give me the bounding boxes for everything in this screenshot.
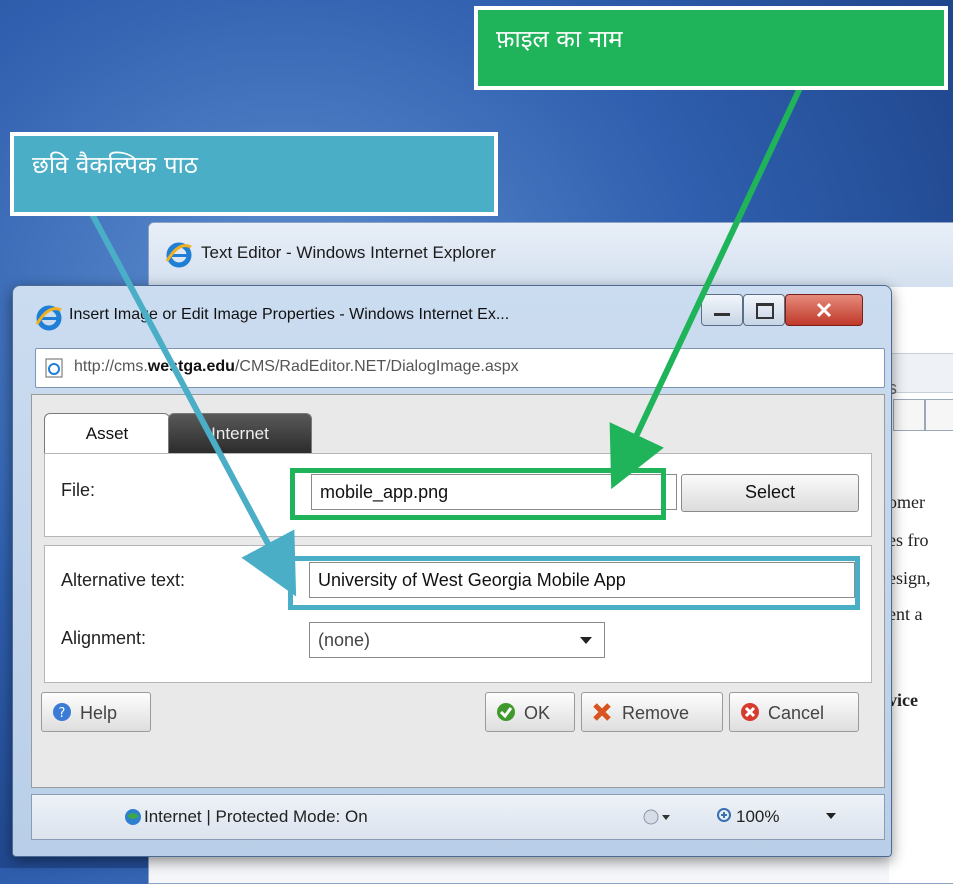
- file-label: File:: [61, 480, 96, 500]
- security-zone-text: Internet | Protected Mode: On: [144, 807, 368, 826]
- maximize-button[interactable]: [743, 294, 785, 326]
- alt-text-label: Alternative text:: [61, 570, 186, 590]
- background-titlebar: Text Editor - Windows Internet Explorer: [149, 223, 953, 288]
- file-input-highlight: [290, 468, 666, 520]
- ok-button[interactable]: OK: [485, 692, 575, 732]
- bg-text-fragment: es fro: [888, 530, 929, 550]
- file-name-callout: फ़ाइल का नाम: [474, 6, 948, 90]
- ok-label: OK: [524, 703, 551, 723]
- help-button[interactable]: ? Help: [41, 692, 151, 732]
- bg-text-fragment: esign,: [888, 568, 931, 588]
- minimize-icon: [714, 313, 730, 316]
- address-url: http://cms.westga.edu/CMS/RadEditor.NET/…: [74, 358, 519, 375]
- background-window-title: Text Editor - Windows Internet Explorer: [201, 243, 496, 262]
- minimize-button[interactable]: [701, 294, 743, 326]
- maximize-icon: [756, 303, 774, 319]
- chevron-down-icon: [580, 637, 592, 644]
- protected-mode-icon[interactable]: [642, 807, 672, 827]
- select-button[interactable]: Select: [681, 474, 859, 512]
- ie-logo-icon: [165, 242, 192, 268]
- zoom-icon: [717, 808, 731, 822]
- tab-asset[interactable]: Asset: [44, 413, 170, 454]
- editor-toolbar-button[interactable]: [893, 399, 925, 431]
- tab-internet[interactable]: Internet: [168, 413, 312, 454]
- remove-x-icon: [593, 703, 611, 721]
- alignment-value: (none): [318, 630, 371, 650]
- svg-text:?: ?: [59, 706, 66, 721]
- cancel-icon: [741, 703, 759, 721]
- page-icon: [45, 358, 63, 378]
- bg-text-fragment: ent a: [888, 604, 923, 624]
- close-icon: [816, 302, 832, 318]
- bg-text-fragment: vice: [888, 690, 918, 710]
- ie-logo-icon: [35, 305, 62, 331]
- chevron-down-icon[interactable]: [826, 813, 836, 819]
- help-label: Help: [80, 703, 118, 723]
- dialog-title: Insert Image or Edit Image Properties - …: [69, 306, 510, 323]
- alt-text-callout: छवि वैकल्पिक पाठ: [10, 132, 498, 216]
- cancel-button[interactable]: Cancel: [729, 692, 859, 732]
- bg-text-fragment: omer: [888, 492, 925, 512]
- close-button[interactable]: [785, 294, 863, 326]
- editor-search-strip: [889, 353, 953, 393]
- alignment-label: Alignment:: [61, 628, 147, 648]
- zoom-level[interactable]: 100%: [736, 807, 779, 827]
- checkmark-icon: [497, 703, 515, 721]
- status-bar: Internet | Protected Mode: On 100%: [31, 794, 885, 840]
- alt-text-highlight: [288, 556, 860, 610]
- address-bar[interactable]: http://cms.westga.edu/CMS/RadEditor.NET/…: [35, 348, 885, 388]
- help-icon: ?: [53, 703, 71, 721]
- remove-label: Remove: [622, 703, 690, 723]
- globe-icon: [125, 809, 141, 825]
- align-icon[interactable]: [925, 399, 953, 431]
- alignment-select[interactable]: (none): [309, 622, 605, 658]
- remove-button[interactable]: Remove: [581, 692, 723, 732]
- cancel-label: Cancel: [768, 703, 825, 723]
